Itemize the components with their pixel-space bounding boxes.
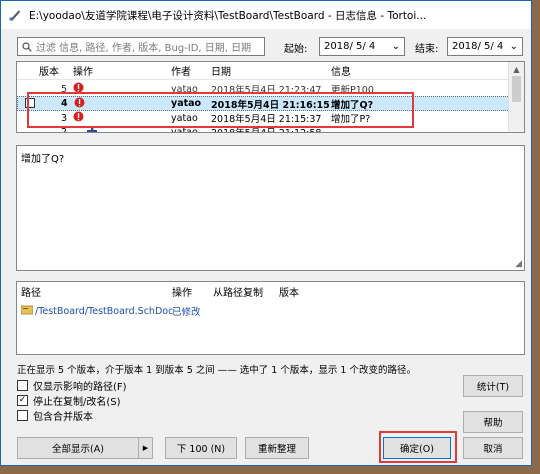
checkbox-box[interactable] bbox=[17, 410, 28, 421]
checkbox-box[interactable] bbox=[17, 380, 28, 391]
refresh-button[interactable]: 重新整理 bbox=[245, 437, 309, 459]
resize-grip-icon: ◢ bbox=[515, 259, 522, 269]
search-icon bbox=[22, 41, 32, 52]
annotation-highlight bbox=[27, 92, 414, 128]
col-revision[interactable]: 版本 bbox=[39, 63, 59, 78]
log-dialog: E:\yoodao\友道学院课程\电子设计资料\TestBoard\TestBo… bbox=[0, 0, 532, 466]
status-text: 正在显示 5 个版本，介于版本 1 到版本 5 之间 —— 选中了 1 个版本，… bbox=[17, 365, 416, 376]
stop-on-copy-label: 停止在复制/改名(S) bbox=[33, 397, 121, 408]
revision-list-header: 版本 操作 作者 日期 信息 bbox=[17, 62, 510, 80]
col-copyfrom-path[interactable]: 从路径复制 bbox=[213, 284, 263, 299]
next-100-button[interactable]: 下 100 (N) bbox=[165, 437, 237, 459]
show-all-split-button[interactable]: 全部显示(A) ▶ bbox=[17, 437, 153, 459]
col-actions[interactable]: 操作 bbox=[73, 63, 93, 78]
col-revision[interactable]: 版本 bbox=[279, 284, 299, 299]
chevron-down-icon: ⌄ bbox=[509, 41, 518, 52]
col-action[interactable]: 操作 bbox=[172, 284, 192, 299]
revision-list-scrollbar[interactable]: ▲ bbox=[508, 62, 524, 132]
window-title: E:\yoodao\友道学院课程\电子设计资料\TestBoard\TestBo… bbox=[29, 9, 427, 22]
stop-on-copy-checkbox[interactable]: ✓ 停止在复制/改名(S) bbox=[17, 393, 121, 408]
annotation-highlight bbox=[379, 431, 457, 463]
checkmark-icon[interactable]: ✓ bbox=[17, 395, 28, 406]
show-all-button[interactable]: 全部显示(A) bbox=[18, 441, 138, 455]
col-date[interactable]: 日期 bbox=[211, 63, 231, 78]
include-merged-label: 包含合并版本 bbox=[33, 412, 93, 423]
search-input[interactable]: 过滤 信息, 路径, 作者, 版本, Bug-ID, 日期, 日期 bbox=[17, 37, 265, 56]
file-icon bbox=[20, 305, 34, 318]
changed-paths-list[interactable]: 路径 操作 从路径复制 版本 /TestBoard/TestBoard.SchD… bbox=[16, 281, 525, 355]
tortoisesvn-icon bbox=[7, 7, 23, 23]
col-author[interactable]: 作者 bbox=[171, 63, 191, 78]
dropdown-arrow-icon[interactable]: ▶ bbox=[138, 438, 152, 458]
col-message[interactable]: 信息 bbox=[331, 63, 351, 78]
title-bar[interactable]: E:\yoodao\友道学院课程\电子设计资料\TestBoard\TestBo… bbox=[1, 1, 531, 29]
path-value: /TestBoard/TestBoard.SchDoc bbox=[35, 305, 174, 317]
statistics-button[interactable]: 统计(T) bbox=[463, 375, 523, 397]
col-path[interactable]: 路径 bbox=[21, 284, 41, 299]
log-message-pane[interactable]: 增加了Q? ◢ bbox=[16, 145, 525, 271]
path-row[interactable]: /TestBoard/TestBoard.SchDoc 已修改 bbox=[17, 304, 524, 318]
end-date-label: 结束: bbox=[415, 44, 439, 55]
search-placeholder: 过滤 信息, 路径, 作者, 版本, Bug-ID, 日期, 日期 bbox=[36, 43, 252, 54]
affected-paths-label: 仅显示影响的路径(F) bbox=[33, 382, 127, 393]
start-date-label: 起始: bbox=[284, 44, 308, 55]
scroll-up-icon[interactable]: ▲ bbox=[509, 62, 524, 76]
affected-paths-checkbox[interactable]: 仅显示影响的路径(F) bbox=[17, 378, 127, 393]
end-date-value: 2018/ 5/ 4 bbox=[452, 41, 504, 52]
path-action: 已修改 bbox=[172, 307, 201, 318]
log-message-text: 增加了Q? bbox=[21, 154, 65, 165]
start-date-value: 2018/ 5/ 4 bbox=[324, 41, 376, 52]
paths-header: 路径 操作 从路径复制 版本 bbox=[17, 282, 524, 300]
cancel-button[interactable]: 取消 bbox=[463, 437, 523, 459]
help-button[interactable]: 帮助 bbox=[463, 411, 523, 433]
scroll-thumb[interactable] bbox=[512, 76, 521, 102]
chevron-down-icon: ⌄ bbox=[391, 41, 400, 52]
start-date-picker[interactable]: 2018/ 5/ 4 ⌄ bbox=[319, 37, 405, 56]
end-date-picker[interactable]: 2018/ 5/ 4 ⌄ bbox=[447, 37, 523, 56]
include-merged-checkbox[interactable]: 包含合并版本 bbox=[17, 408, 93, 423]
